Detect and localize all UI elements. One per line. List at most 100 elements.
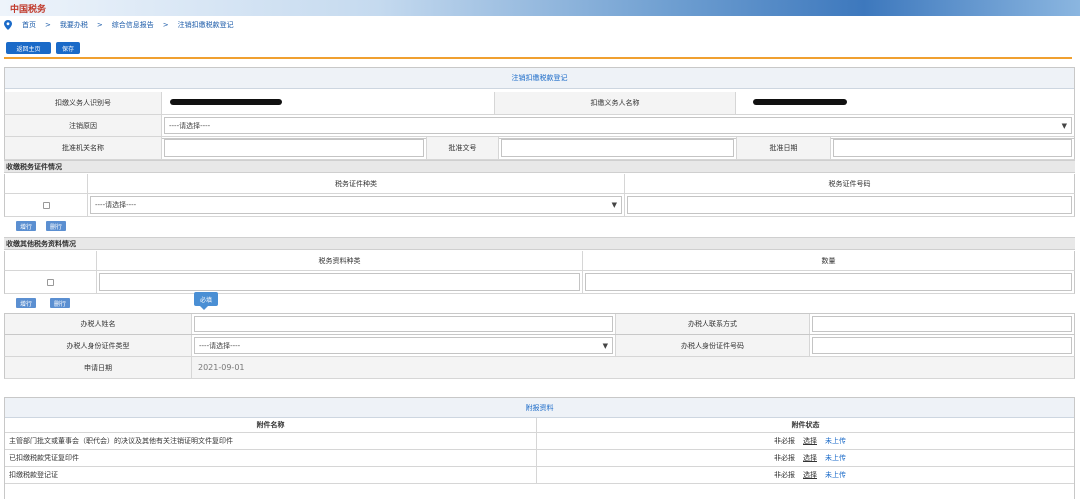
cert-add-row-button[interactable]: 增行	[16, 221, 36, 231]
handler-row-3: 申请日期 2021-09-01	[4, 357, 1075, 379]
attachments-title: 附报资料	[5, 398, 1074, 418]
attachment-required: 非必报	[774, 454, 795, 462]
required-tooltip: 必填	[194, 292, 219, 310]
other-qty-input[interactable]	[585, 273, 1072, 291]
handler-name-cell	[192, 314, 616, 334]
row-reason: 注销原因 ----请选择---- ▼	[4, 115, 1075, 137]
location-pin-icon	[4, 20, 12, 30]
redacted-block	[753, 99, 847, 105]
other-header-row: 税务资料种类 数量	[4, 251, 1075, 271]
cert-col-type: 税务证件种类	[88, 174, 625, 193]
handler-idtype-cell: ----请选择---- ▼	[192, 335, 616, 356]
attachment-choose-link[interactable]: 选择	[803, 436, 817, 446]
attachment-required: 非必报	[774, 437, 795, 445]
other-row-checkbox[interactable]	[47, 278, 54, 286]
cert-header-row: 税务证件种类 税务证件号码	[4, 174, 1075, 194]
label-approval-doc: 批准文号	[427, 137, 499, 159]
approval-date-input[interactable]	[833, 139, 1072, 157]
attachment-required: 非必报	[774, 471, 795, 479]
cert-type-select[interactable]: ----请选择---- ▼	[90, 196, 622, 214]
breadcrumb-tax[interactable]: 我要办税	[60, 20, 88, 30]
cert-col-no: 税务证件号码	[828, 179, 871, 188]
other-check-col	[5, 251, 97, 270]
cert-type-cell: ----请选择---- ▼	[88, 194, 625, 216]
other-qty-cell	[583, 271, 1074, 293]
dropdown-arrow-icon: ▼	[611, 201, 617, 209]
approval-org-input[interactable]	[164, 139, 424, 157]
orange-divider	[4, 57, 1072, 59]
attachments-panel: 附报资料 附件名称 附件状态 主管部门批文或董事会（职代会）的决议及其他有关注销…	[4, 397, 1075, 499]
approval-doc-input[interactable]	[501, 139, 734, 157]
breadcrumb-separator: >	[96, 21, 103, 29]
apply-date-value: 2021-09-01	[192, 357, 1074, 378]
section-other: 收缴其他税务资料情况	[4, 237, 1075, 250]
cert-row: ----请选择---- ▼	[4, 194, 1075, 217]
handler-idno-input[interactable]	[812, 337, 1072, 354]
cancel-reason-select[interactable]: ----请选择---- ▼	[164, 117, 1072, 134]
label-handler-idtype: 办税人身份证件类型	[5, 335, 192, 356]
cert-check-col	[5, 174, 88, 193]
attachment-choose-link[interactable]: 选择	[803, 453, 817, 463]
row-approval: 批准机关名称 批准文号 批准日期	[4, 137, 1075, 160]
breadcrumb-current: 注销扣缴税款登记	[177, 21, 234, 29]
attachment-name: 扣缴税款登记证	[5, 467, 537, 483]
cert-type-value: ----请选择----	[95, 201, 137, 209]
attach-col-status: 附件状态	[791, 421, 820, 429]
other-type-input[interactable]	[99, 273, 580, 291]
handler-row-2: 办税人身份证件类型 ----请选择---- ▼ 办税人身份证件号码	[4, 335, 1075, 357]
handler-contact-input[interactable]	[812, 316, 1072, 332]
attachment-choose-link[interactable]: 选择	[803, 470, 817, 480]
cert-delete-row-button[interactable]: 删行	[46, 221, 66, 231]
attachment-row: 已扣缴税款凭证复印件 非必报 选择 未上传	[5, 450, 1074, 467]
other-col-qty: 数量	[821, 256, 836, 265]
other-delete-row-button[interactable]: 删行	[50, 298, 70, 308]
cert-no-input[interactable]	[627, 196, 1072, 214]
breadcrumb-report[interactable]: 综合信息报告	[112, 20, 154, 30]
breadcrumb-separator: >	[45, 21, 51, 29]
save-button[interactable]: 保存	[56, 42, 80, 54]
cancel-reason-value: ----请选择----	[169, 121, 211, 130]
row-id-name: 扣缴义务人识别号 扣缴义务人名称	[4, 92, 1075, 115]
handler-idtype-value: ----请选择----	[199, 341, 241, 350]
breadcrumb-home[interactable]: 首页	[22, 20, 36, 30]
attachment-row: 主管部门批文或董事会（职代会）的决议及其他有关注销证明文件复印件 非必报 选择 …	[5, 433, 1074, 450]
cert-row-checkbox[interactable]	[42, 201, 50, 209]
label-withholder-id: 扣缴义务人识别号	[5, 92, 162, 114]
attachment-status: 非必报 选择 未上传	[537, 467, 1074, 483]
other-row	[4, 271, 1075, 294]
withholder-id-value	[162, 92, 495, 114]
attachments-header-row: 附件名称 附件状态	[5, 418, 1074, 433]
label-approval-org: 批准机关名称	[5, 137, 162, 159]
attachment-status: 非必报 选择 未上传	[537, 433, 1074, 449]
label-handler-idno: 办税人身份证件号码	[616, 335, 810, 356]
cert-check-cell	[5, 194, 88, 216]
label-cancel-reason: 注销原因	[5, 115, 162, 136]
label-handler-name: 办税人姓名	[5, 314, 192, 334]
other-add-row-button[interactable]: 增行	[16, 298, 36, 308]
handler-name-input[interactable]	[194, 316, 613, 332]
attachment-status: 非必报 选择 未上传	[537, 450, 1074, 466]
handler-row-1: 办税人姓名 办税人联系方式	[4, 313, 1075, 335]
attach-col-name: 附件名称	[5, 418, 537, 432]
other-col-type: 税务资料种类	[97, 251, 583, 270]
dropdown-arrow-icon: ▼	[1061, 121, 1067, 130]
site-logo: 中国税务	[10, 5, 47, 15]
back-home-button[interactable]: 返回主页	[6, 42, 51, 54]
approval-doc-cell	[499, 137, 737, 159]
dropdown-arrow-icon: ▼	[602, 341, 608, 350]
top-banner: 中国税务	[0, 0, 1080, 16]
other-type-cell	[97, 271, 583, 293]
breadcrumb-separator: >	[162, 21, 169, 29]
label-handler-contact: 办税人联系方式	[616, 314, 810, 334]
attachment-name: 已扣缴税款凭证复印件	[5, 450, 537, 466]
approval-org-cell	[162, 137, 427, 159]
other-check-cell	[5, 271, 97, 293]
label-apply-date: 申请日期	[5, 357, 192, 378]
withholder-name-value	[736, 92, 1074, 114]
form-title: 注销扣缴税款登记	[5, 68, 1074, 89]
redacted-block	[170, 99, 282, 105]
cert-no-cell	[625, 194, 1074, 216]
handler-idtype-select[interactable]: ----请选择---- ▼	[194, 337, 613, 354]
approval-date-cell	[831, 137, 1074, 159]
section-cert: 收缴税务证件情况	[4, 160, 1075, 173]
